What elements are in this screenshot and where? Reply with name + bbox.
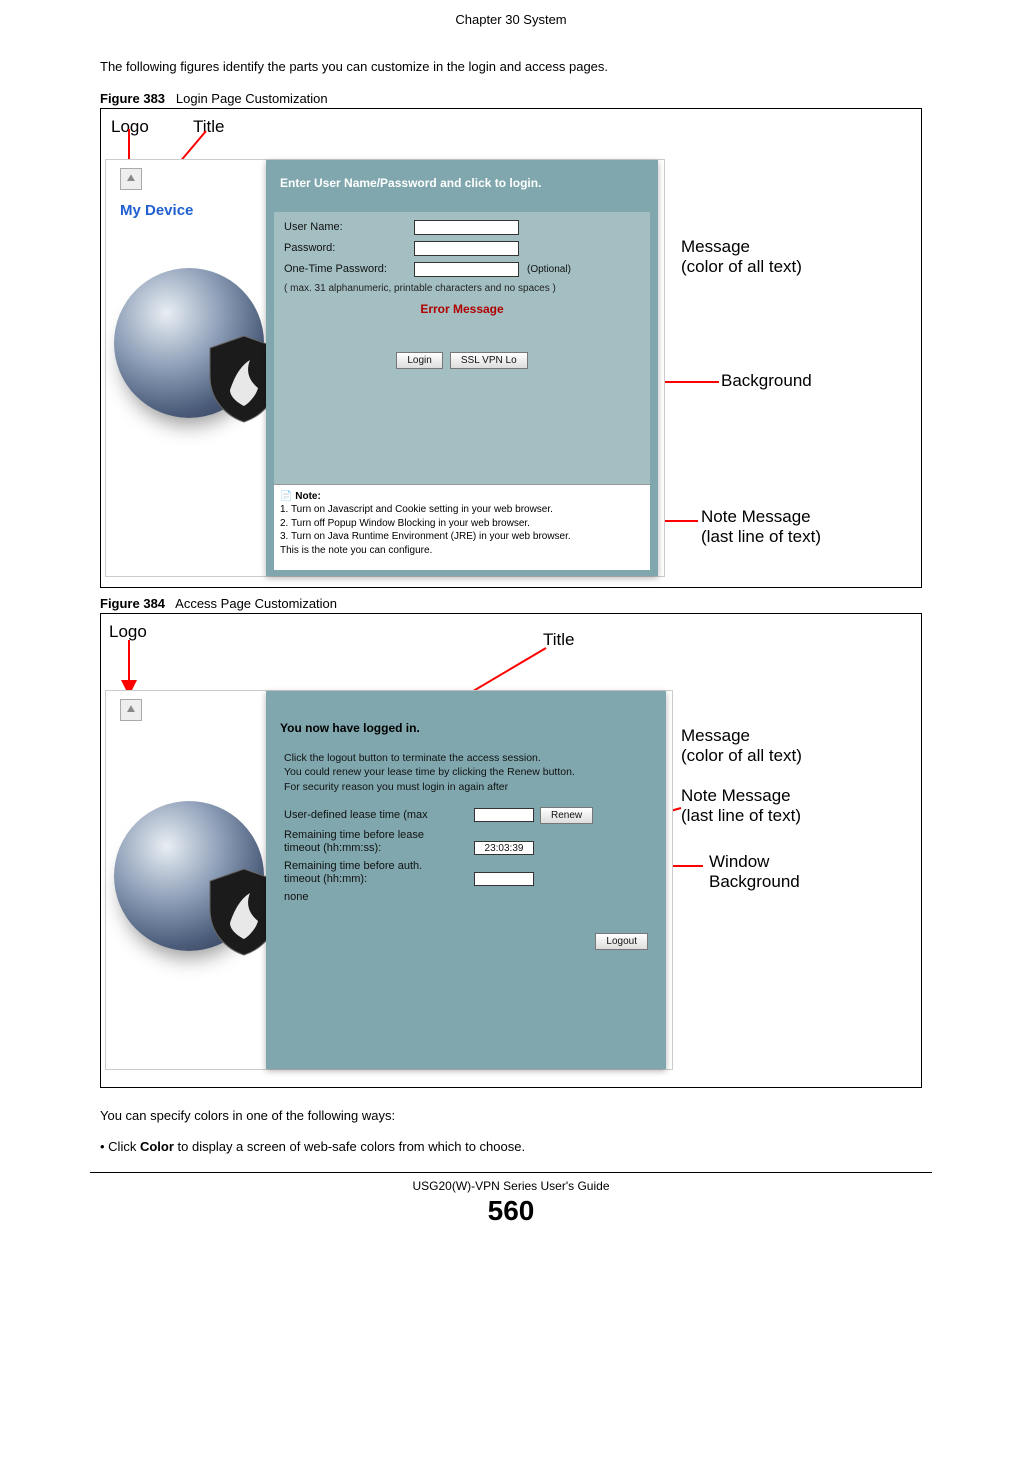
annot-message-2-l1: Message	[681, 726, 750, 745]
note-line-1: 1. Turn on Javascript and Cookie setting…	[280, 503, 644, 517]
row-remain-auth-2: timeout (hh:mm):	[284, 872, 648, 886]
access-desc-2: You could renew your lease time by click…	[284, 765, 648, 780]
figure-num: Figure 383	[100, 91, 165, 106]
figure-title: Login Page Customization	[176, 91, 328, 106]
username-label: User Name:	[284, 221, 414, 233]
timeout-hms-label: timeout (hh:mm:ss):	[284, 842, 474, 854]
annot-message-2: Message (color of all text)	[681, 726, 802, 767]
figure-384-caption: Figure 384 Access Page Customization	[100, 596, 922, 611]
access-panel: You now have logged in. Click the logout…	[266, 691, 666, 1069]
row-otp: One-Time Password: (Optional)	[284, 262, 640, 277]
row-remain-lease-2: timeout (hh:mm:ss): 23:03:39	[284, 841, 648, 855]
annot-logo-2: Logo	[109, 622, 147, 642]
footer-guide: USG20(W)-VPN Series User's Guide	[0, 1173, 1022, 1193]
note-line-4: This is the note you can configure.	[280, 544, 644, 558]
lease-label: User-defined lease time (max	[284, 809, 474, 821]
password-input[interactable]	[414, 241, 519, 256]
row-remain-auth-1: Remaining time before auth.	[284, 860, 648, 872]
otp-optional: (Optional)	[527, 264, 571, 275]
renew-button[interactable]: Renew	[540, 807, 593, 824]
figure-384-box: Logo Title Message (color of all text) N…	[100, 613, 922, 1088]
figure-383-caption: Figure 383 Login Page Customization	[100, 91, 922, 106]
annot-background: Background	[721, 371, 812, 391]
annot-note-message: Note Message (last line of text)	[701, 507, 821, 548]
note-line-3: 3. Turn on Java Runtime Environment (JRE…	[280, 530, 644, 544]
annot-window-l1: Window	[709, 852, 769, 871]
remain-lease-value: 23:03:39	[474, 841, 534, 855]
annot-title: Title	[193, 117, 225, 137]
bullet-prefix: • Click	[100, 1139, 140, 1154]
row-password: Password:	[284, 241, 640, 256]
remain-auth-input[interactable]	[474, 872, 534, 886]
access-screenshot: You now have logged in. Click the logout…	[105, 690, 673, 1070]
bullet-suffix: to display a screen of web-safe colors f…	[174, 1139, 525, 1154]
annot-window-l2: Background	[709, 872, 800, 891]
figure-title-384: Access Page Customization	[175, 596, 337, 611]
access-desc-3: For security reason you must login in ag…	[284, 780, 648, 795]
page-number: 560	[0, 1195, 1022, 1227]
logout-button[interactable]: Logout	[595, 933, 648, 950]
annot-message-line1: Message	[681, 237, 750, 256]
note-area: Note: 1. Turn on Javascript and Cookie s…	[274, 484, 650, 570]
password-label: Password:	[284, 242, 414, 254]
login-panel: Enter User Name/Password and click to lo…	[266, 160, 658, 576]
annot-note-message-2: Note Message (last line of text)	[681, 786, 801, 827]
logo-icon	[120, 168, 142, 190]
bullet-bold: Color	[140, 1139, 174, 1154]
otp-label: One-Time Password:	[284, 263, 414, 275]
login-screenshot: My Device Enter User Name/Password and c…	[105, 159, 665, 577]
remain-lease-label: Remaining time before lease	[284, 829, 474, 841]
char-limit-note: ( max. 31 alphanumeric, printable charac…	[284, 283, 640, 294]
note-header: Note:	[280, 490, 644, 504]
row-none: none	[284, 891, 648, 903]
globe-shield-icon-2	[114, 801, 264, 951]
arrow-logo-2	[119, 640, 139, 696]
error-message: Error Message	[284, 302, 640, 316]
annot-note-line2: (last line of text)	[701, 527, 821, 546]
lease-input[interactable]	[474, 808, 534, 822]
username-input[interactable]	[414, 220, 519, 235]
annot-note-2-l2: (last line of text)	[681, 806, 801, 825]
login-button[interactable]: Login	[396, 352, 442, 369]
otp-input[interactable]	[414, 262, 519, 277]
figure-num-384: Figure 384	[100, 596, 165, 611]
access-heading: You now have logged in.	[280, 721, 420, 735]
annot-message-line2: (color of all text)	[681, 257, 802, 276]
note-line-2: 2. Turn off Popup Window Blocking in you…	[280, 517, 644, 531]
figure-383-box: Logo Title Message (color of all text) B…	[100, 108, 922, 588]
logo-icon-2	[120, 699, 142, 721]
remain-auth-label: Remaining time before auth.	[284, 860, 474, 872]
login-heading: Enter User Name/Password and click to lo…	[280, 176, 541, 190]
annot-note-line1: Note Message	[701, 507, 811, 526]
annot-message: Message (color of all text)	[681, 237, 802, 278]
chapter-header: Chapter 30 System	[0, 0, 1022, 45]
timeout-hms2-label: timeout (hh:mm):	[284, 873, 474, 885]
colorways-paragraph: You can specify colors in one of the fol…	[100, 1106, 922, 1126]
annot-message-2-l2: (color of all text)	[681, 746, 802, 765]
globe-shield-icon	[114, 268, 264, 418]
access-form-area: Click the logout button to terminate the…	[274, 743, 658, 1061]
ssl-vpn-button[interactable]: SSL VPN Lo	[450, 352, 528, 369]
intro-paragraph: The following figures identify the parts…	[100, 57, 922, 77]
row-lease-time: User-defined lease time (max Renew	[284, 807, 648, 824]
annot-title-2: Title	[543, 630, 575, 650]
none-text: none	[284, 891, 474, 903]
row-remain-lease-1: Remaining time before lease	[284, 829, 648, 841]
annot-logo: Logo	[111, 117, 149, 137]
annot-window-bg: Window Background	[709, 852, 800, 893]
access-desc-1: Click the logout button to terminate the…	[284, 751, 648, 766]
row-username: User Name:	[284, 220, 640, 235]
bullet-color: • Click Color to display a screen of web…	[100, 1139, 922, 1154]
device-title: My Device	[120, 202, 193, 219]
annot-note-2-l1: Note Message	[681, 786, 791, 805]
